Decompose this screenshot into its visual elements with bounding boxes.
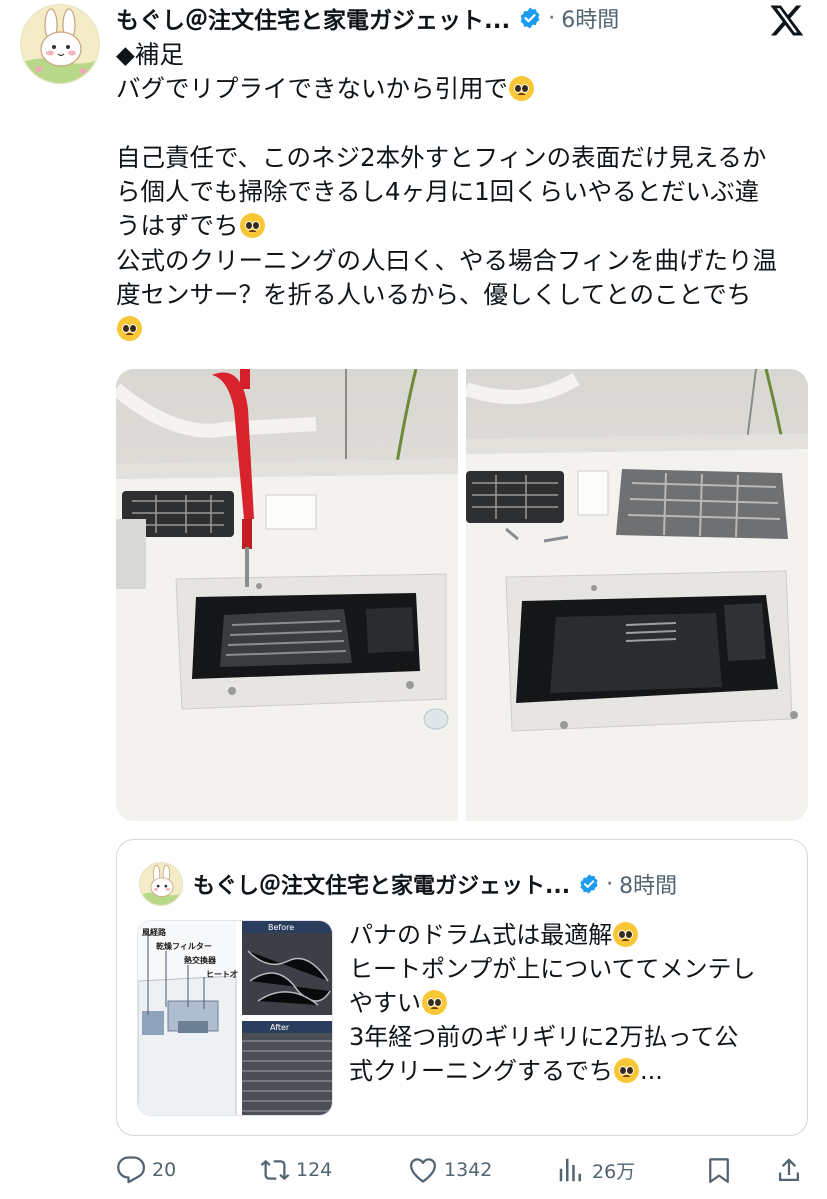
share-icon <box>779 1158 799 1181</box>
avatar-bunny-illustration <box>21 5 99 83</box>
post-text-line: うはずでち <box>116 209 796 243</box>
verified-badge-icon <box>520 7 540 29</box>
views-button[interactable]: 26万 <box>556 1155 635 1185</box>
share-button[interactable] <box>774 1155 810 1185</box>
post-time[interactable]: 6時間 <box>561 2 619 34</box>
bookmark-button[interactable] <box>704 1155 740 1185</box>
post-text-line: 公式のクリーニングの人曰く、やる場合フィンを曲げたり温 <box>116 245 778 275</box>
quote-author-name[interactable]: もぐし＠注文住宅と家電ガジェット... <box>193 868 570 900</box>
reply-count: 20 <box>152 1159 177 1181</box>
repost-button[interactable]: 124 <box>260 1155 332 1185</box>
media-grid <box>116 369 808 821</box>
like-icon <box>410 1158 436 1183</box>
quote-text: パナのドラム式は最適解 ヒートポンプが上についててメンテし やすい 3年経つ前の… <box>349 918 789 1088</box>
after-label: After <box>270 1023 290 1032</box>
quote-thumbnail[interactable]: 風経路 乾燥フィルター 熱交換器 ヒート才 Before After <box>137 920 333 1116</box>
before-label: Before <box>268 923 294 932</box>
avatar[interactable] <box>20 4 100 84</box>
quote-text-line: パナのドラム式は最適解 <box>349 918 789 952</box>
pleading-face-emoji <box>613 922 639 947</box>
repost-count: 124 <box>296 1159 333 1181</box>
pleading-face-emoji <box>614 1058 639 1083</box>
x-logo-icon[interactable] <box>769 2 805 38</box>
quote-text-line: 3年経つ前のギリギリに2万払って公 <box>349 1023 739 1051</box>
views-icon <box>559 1158 581 1182</box>
photo-illustration <box>466 369 808 821</box>
reply-button[interactable]: 20 <box>116 1155 176 1185</box>
photo-heat-exchanger-fins[interactable] <box>466 369 808 821</box>
views-count: 26万 <box>592 1160 636 1183</box>
diagram-label: 熱交換器 <box>184 955 217 965</box>
post-text-line: 自己責任で、このネジ2本外すとフィンの表面だけ見えるか <box>116 142 767 172</box>
quote-avatar[interactable] <box>139 862 183 906</box>
pleading-face-emoji <box>117 316 142 342</box>
post-header: もぐし＠注文住宅と家電ガジェット... · 6時間 <box>116 1 619 35</box>
quote-text-line: 式クリーニングするでち... <box>349 1057 663 1085</box>
quote-header: もぐし＠注文住宅と家電ガジェット... · 8時間 <box>193 866 677 902</box>
post-text-line: ◆補足 <box>116 40 184 69</box>
diagram-label: 乾燥フィルター <box>156 941 212 951</box>
diagram-label: ヒート才 <box>206 969 238 979</box>
bookmark-icon <box>709 1158 729 1183</box>
post-text: ◆補足 バグでリプライできないから引用で 自己責任で、このネジ2本外すとフィンの… <box>116 38 796 347</box>
post-text-blank <box>116 107 796 141</box>
pleading-face-emoji <box>422 990 447 1015</box>
quoted-post[interactable]: もぐし＠注文住宅と家電ガジェット... · 8時間 風経路 乾燥フィルター 熱交… <box>116 839 808 1136</box>
author-name[interactable]: もぐし＠注文住宅と家電ガジェット... <box>116 1 510 35</box>
quote-thumbnail-illustration: 風経路 乾燥フィルター 熱交換器 ヒート才 Before After <box>138 921 332 1115</box>
diagram-label: 風経路 <box>142 927 167 937</box>
action-bar: 20 124 1342 26万 <box>116 1150 808 1190</box>
quote-ellipsis: ... <box>640 1057 663 1085</box>
separator-dot: · <box>606 871 614 897</box>
verified-badge-icon <box>580 874 598 894</box>
post-text-line: ら個人でも掃除できるし4ヶ月に1回くらいやるとだいぶ違 <box>116 177 760 207</box>
repost-icon <box>260 1159 290 1181</box>
avatar-bunny-illustration <box>140 863 182 905</box>
quote-time[interactable]: 8時間 <box>619 868 677 900</box>
quote-text-line: やすい <box>349 986 789 1020</box>
reply-icon <box>117 1156 145 1184</box>
photo-illustration <box>116 369 458 821</box>
post-text-line: バグでリプライできないから引用で <box>116 72 796 106</box>
photo-screwdriver-vent[interactable] <box>116 369 458 821</box>
post-text-line <box>116 312 796 346</box>
like-button[interactable]: 1342 <box>408 1155 492 1185</box>
separator-dot: · <box>548 5 556 31</box>
quote-text-line: ヒートポンプが上についててメンテし <box>349 955 756 983</box>
like-count: 1342 <box>444 1159 493 1181</box>
post-text-line: 度センサー？を折る人いるから、優しくしてとのことでち <box>116 280 752 310</box>
pleading-face-emoji <box>509 76 534 102</box>
pleading-face-emoji <box>239 213 265 239</box>
